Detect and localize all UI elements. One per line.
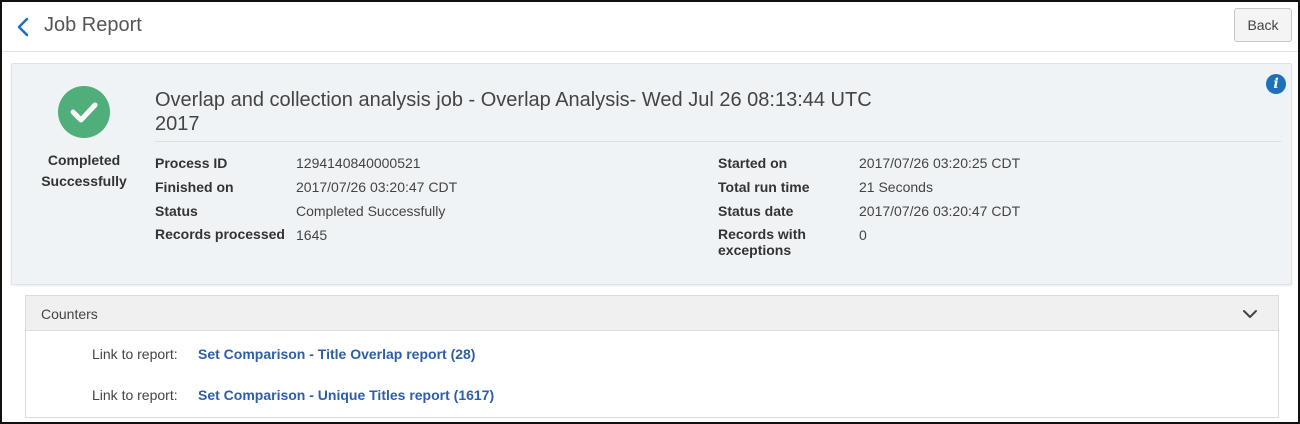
process-id-value: 1294140840000521 [296,155,421,171]
counters-header[interactable]: Counters [26,296,1278,331]
job-title: Overlap and collection analysis job - Ov… [155,89,872,135]
status-label: Completed Successfully [41,152,127,189]
finished-on-label: Finished on [155,179,234,195]
records-processed-value: 1645 [296,227,328,243]
link-to-report-label: Link to report: [92,346,178,362]
title-overlap-report-link[interactable]: Set Comparison - Title Overlap report (2… [198,346,475,362]
chevron-down-icon[interactable] [1242,307,1258,321]
total-run-time-value: 21 Seconds [859,179,933,195]
info-icon[interactable]: i [1266,74,1286,94]
chevron-left-icon[interactable] [14,15,32,39]
finished-on-value: 2017/07/26 03:20:47 CDT [296,179,458,195]
page-header: Job Report Back [2,2,1298,52]
status-date-value: 2017/07/26 03:20:47 CDT [859,203,1021,219]
process-id-label: Process ID [155,155,228,171]
started-on-value: 2017/07/26 03:20:25 CDT [859,155,1021,171]
link-to-report-label: Link to report: [92,387,178,403]
divider [155,141,1281,142]
status-success-icon [58,86,110,138]
page-title: Job Report [44,14,142,36]
unique-titles-report-link[interactable]: Set Comparison - Unique Titles report (1… [198,387,494,403]
records-processed-label: Records processed [155,226,285,242]
checkmark-icon [70,102,98,123]
job-summary-panel: Completed Successfully Overlap and colle… [11,63,1292,285]
started-on-label: Started on [718,155,788,171]
counters-section: Counters Link to report: Set Comparison … [25,295,1279,418]
back-button[interactable]: Back [1234,8,1292,42]
total-run-time-label: Total run time [718,179,810,195]
status-field-label: Status [155,203,198,219]
counters-title: Counters [41,306,98,322]
job-report-page: Job Report Back Completed Successfully O… [0,0,1300,424]
records-with-exceptions-label: Records with exceptions [718,226,806,258]
status-field-value: Completed Successfully [296,203,446,219]
records-with-exceptions-value: 0 [859,227,867,243]
status-date-label: Status date [718,203,794,219]
